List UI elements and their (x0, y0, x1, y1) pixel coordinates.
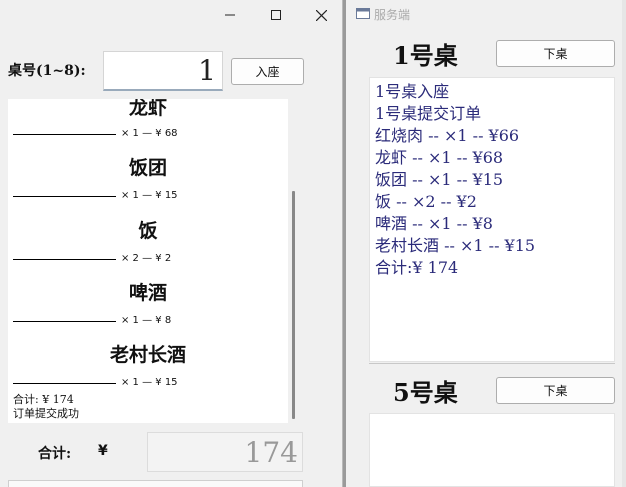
order-item-divider (13, 321, 116, 322)
order-item-qty: × 2 — ¥ 2 (121, 253, 172, 264)
log-line: 合计:¥ 174 (375, 258, 459, 277)
total-value-field: 174 (147, 432, 303, 472)
log-line: 1号桌入座 (375, 82, 450, 101)
order-item-divider (13, 134, 116, 135)
order-item-qty: × 1 — ¥ 8 (121, 315, 172, 326)
log-line: 啤酒 -- ×1 -- ¥8 (375, 214, 493, 233)
order-item-qty: × 1 — ¥ 68 (121, 128, 178, 139)
close-button[interactable] (298, 0, 344, 30)
total-label: 合计: (38, 446, 72, 462)
minimize-button[interactable] (207, 0, 253, 30)
order-item-name: 饭团 (128, 157, 167, 179)
order-scrollbar[interactable] (288, 99, 302, 423)
table-1-log[interactable]: 1号桌入座 1号桌提交订单 红烧肉 -- ×1 -- ¥66 龙虾 -- ×1 … (369, 77, 615, 362)
table-5-leave-button[interactable]: 下桌 (496, 377, 615, 404)
log-line: 龙虾 -- ×1 -- ¥68 (375, 148, 504, 167)
log-line: 红烧肉 -- ×1 -- ¥66 (375, 126, 520, 145)
order-item-name: 老村长酒 (109, 344, 186, 366)
section-divider (369, 363, 615, 364)
order-item-name: 龙虾 (128, 99, 167, 119)
client-window: 桌号(1~8): 1 入座 龙虾 × 1 — ¥ 68 饭团 × 1 — ¥ 1… (0, 0, 343, 487)
close-icon (315, 9, 327, 21)
total-currency: ¥ (98, 443, 108, 459)
server-window-title: 服务端 (374, 8, 411, 22)
order-item-qty: × 1 — ¥ 15 (121, 377, 178, 388)
app-icon (356, 8, 370, 19)
order-item-name: 饭 (138, 220, 158, 242)
order-item-divider (13, 196, 116, 197)
order-item-divider (13, 259, 116, 260)
maximize-icon (271, 10, 281, 20)
order-status-text: 订单提交成功 (13, 407, 79, 420)
log-line: 老村长酒 -- ×1 -- ¥15 (375, 236, 536, 255)
maximize-button[interactable] (253, 0, 299, 30)
table-1-title: 1号桌 (393, 41, 458, 70)
window-edge (622, 0, 626, 487)
order-item-name: 啤酒 (128, 282, 167, 304)
table-5-title: 5号桌 (393, 378, 458, 407)
order-list[interactable]: 龙虾 × 1 — ¥ 68 饭团 × 1 — ¥ 15 饭 × 2 — ¥ 2 … (8, 99, 288, 423)
order-item-divider (13, 383, 116, 384)
log-line: 1号桌提交订单 (375, 104, 482, 123)
table-number-label: 桌号(1~8): (8, 63, 86, 79)
table-number-input[interactable]: 1 (103, 51, 223, 91)
submit-button-edge[interactable] (8, 480, 303, 487)
scrollbar-thumb[interactable] (292, 191, 295, 419)
log-line: 饭 -- ×2 -- ¥2 (375, 192, 477, 211)
log-line: 饭团 -- ×1 -- ¥15 (375, 170, 504, 189)
order-item-qty: × 1 — ¥ 15 (121, 190, 178, 201)
minimize-icon (225, 14, 235, 16)
seat-button[interactable]: 入座 (231, 58, 304, 85)
table-1-leave-button[interactable]: 下桌 (496, 40, 615, 67)
table-5-log[interactable] (369, 413, 615, 487)
